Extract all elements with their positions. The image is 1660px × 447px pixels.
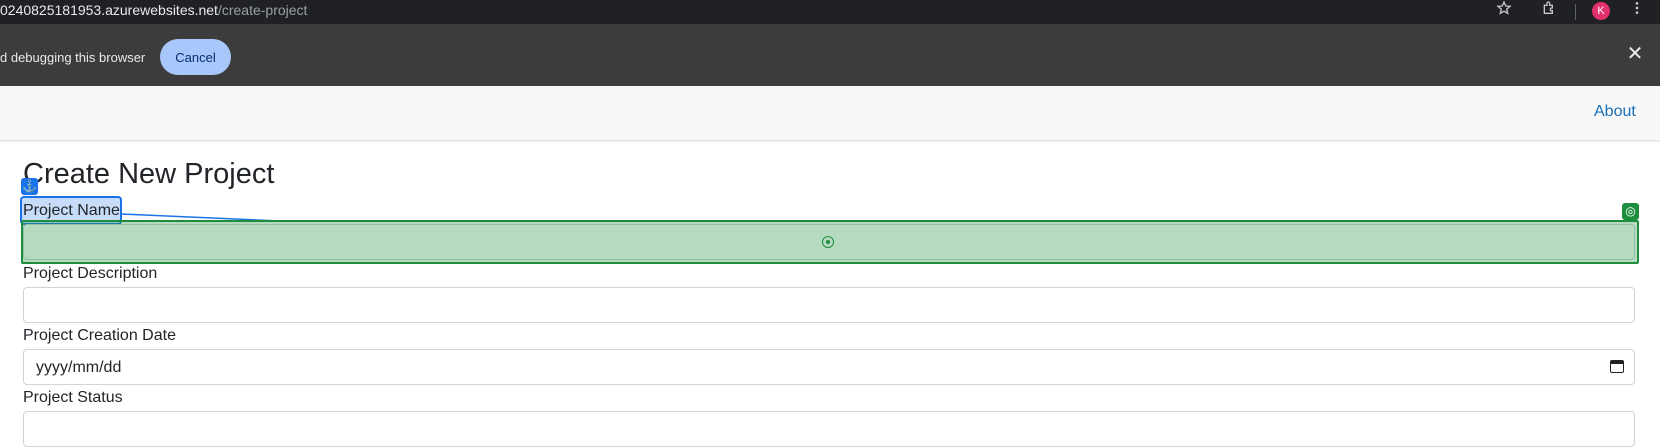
avatar[interactable]: K: [1592, 2, 1610, 20]
project-creation-date-input[interactable]: yyyy/mm/dd: [23, 349, 1635, 385]
project-description-label: Project Description: [23, 265, 158, 282]
date-placeholder: yyyy/mm/dd: [36, 359, 122, 376]
connector-line: [119, 213, 281, 222]
crosshair-center: [826, 240, 830, 244]
more-vert-icon[interactable]: [1626, 0, 1648, 22]
calendar-icon[interactable]: [1610, 360, 1624, 373]
nav-link-about[interactable]: About: [1594, 103, 1636, 121]
project-description-input[interactable]: [23, 287, 1635, 323]
extensions-icon[interactable]: [1538, 0, 1560, 22]
toolbar-separator: [1575, 4, 1576, 20]
star-icon[interactable]: [1493, 0, 1515, 22]
target-icon: ◎: [1622, 203, 1639, 220]
close-icon[interactable]: ✕: [1624, 42, 1646, 66]
project-status-label: Project Status: [23, 389, 123, 406]
project-creation-date-label: Project Creation Date: [23, 327, 176, 344]
